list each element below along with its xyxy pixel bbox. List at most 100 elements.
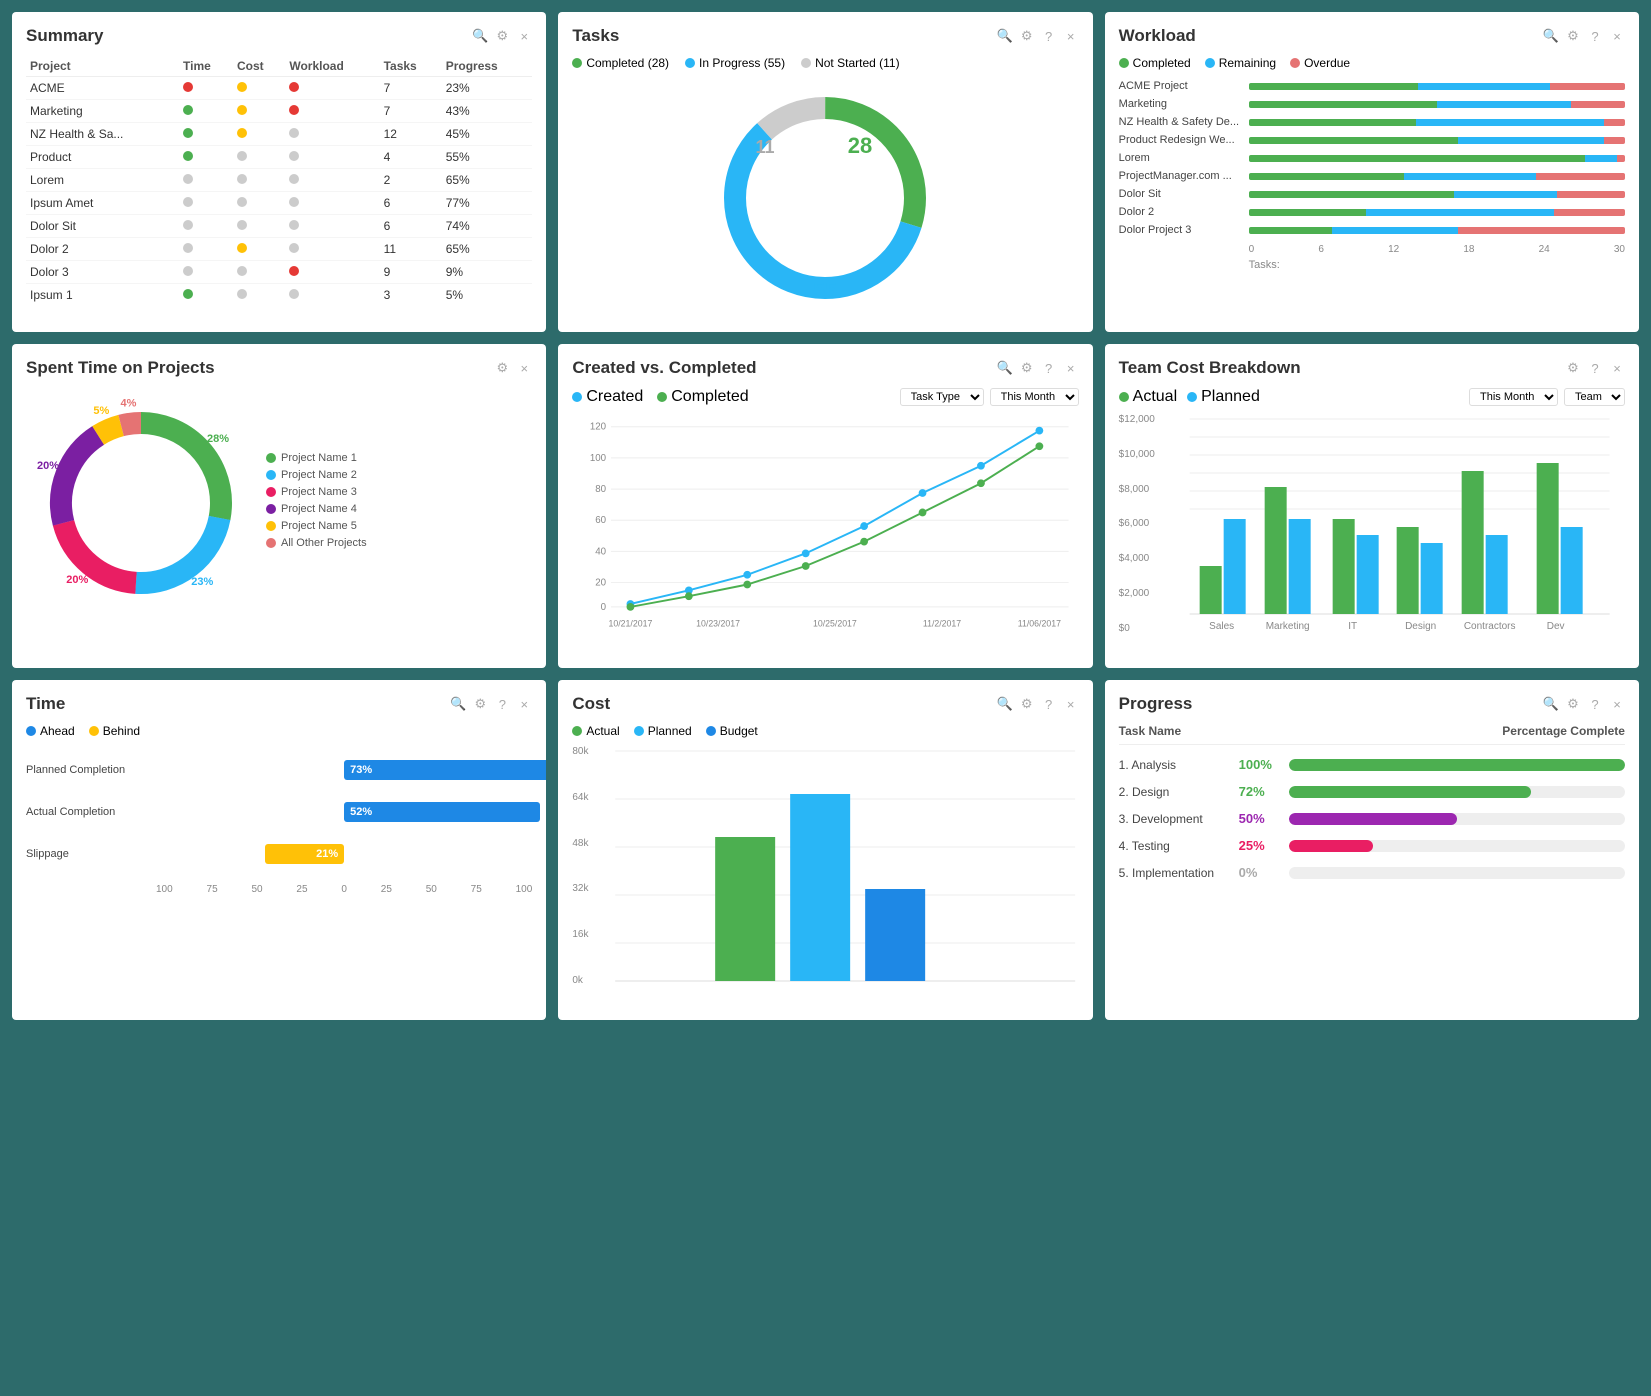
- time-settings-icon[interactable]: ⚙: [472, 696, 488, 712]
- tasks-legend-dot: [685, 58, 695, 68]
- cvc-search-icon[interactable]: 🔍: [997, 360, 1013, 376]
- spent-time-icons: ⚙ ×: [494, 360, 532, 376]
- cost-planned-label: Planned: [648, 724, 692, 738]
- team-cost-svg: Sales Marketing IT Design Contractors: [1174, 414, 1625, 654]
- progress-task-row: 4. Testing 25%: [1119, 838, 1625, 853]
- cost-budget-label: Budget: [720, 724, 758, 738]
- behind-label: Behind: [103, 724, 140, 738]
- svg-text:120: 120: [590, 422, 607, 433]
- team-help-icon[interactable]: ?: [1587, 360, 1603, 376]
- workload-axis: 0612182430: [1119, 244, 1625, 255]
- svg-text:10/23/2017: 10/23/2017: [696, 618, 740, 628]
- workload-project-row: Lorem: [1119, 152, 1625, 164]
- cost-icons: 🔍 ⚙ ? ×: [997, 696, 1079, 712]
- svg-text:40: 40: [596, 546, 607, 557]
- tasks-help-icon[interactable]: ?: [1041, 28, 1057, 44]
- time-chart-area: Planned Completion 73% Actual Completion…: [26, 748, 532, 905]
- svg-text:10/25/2017: 10/25/2017: [813, 618, 857, 628]
- progress-header: Progress 🔍 ⚙ ? ×: [1119, 694, 1625, 714]
- workload-settings-icon[interactable]: ⚙: [1565, 28, 1581, 44]
- spent-legend-item: Project Name 5: [266, 520, 367, 532]
- progress-icons: 🔍 ⚙ ? ×: [1543, 696, 1625, 712]
- spent-time-card: Spent Time on Projects ⚙ × 28%23%20%20%5…: [12, 344, 546, 668]
- cost-title: Cost: [572, 694, 610, 714]
- team-actual-dot: [1119, 392, 1129, 402]
- summary-row: Dolor 3 9 9%: [26, 261, 532, 284]
- workload-project-row: Product Redesign We...: [1119, 134, 1625, 146]
- behind-dot: [89, 726, 99, 736]
- workload-help-icon[interactable]: ?: [1587, 28, 1603, 44]
- workload-close-icon[interactable]: ×: [1609, 28, 1625, 44]
- cost-card: Cost 🔍 ⚙ ? × Actual Planned Budget: [558, 680, 1092, 1020]
- tasks-settings-icon[interactable]: ⚙: [1019, 28, 1035, 44]
- cost-search-icon[interactable]: 🔍: [997, 696, 1013, 712]
- spent-pct-label: 23%: [191, 576, 213, 588]
- team-close-icon[interactable]: ×: [1609, 360, 1625, 376]
- cvc-tasktype-dropdown[interactable]: Task Type: [900, 388, 984, 406]
- team-settings-icon[interactable]: ⚙: [1565, 360, 1581, 376]
- planned-completion-label: Planned Completion: [26, 764, 156, 776]
- time-legend: Ahead Behind: [26, 724, 532, 738]
- cvc-close-icon[interactable]: ×: [1063, 360, 1079, 376]
- time-help-icon[interactable]: ?: [494, 696, 510, 712]
- progress-col1: Task Name: [1119, 724, 1181, 738]
- workload-icons: 🔍 ⚙ ? ×: [1543, 28, 1625, 44]
- cvc-settings-icon[interactable]: ⚙: [1019, 360, 1035, 376]
- cost-settings-icon[interactable]: ⚙: [1019, 696, 1035, 712]
- svg-text:60: 60: [596, 515, 607, 526]
- summary-settings-icon[interactable]: ⚙: [494, 28, 510, 44]
- time-title: Time: [26, 694, 65, 714]
- spent-settings-icon[interactable]: ⚙: [494, 360, 510, 376]
- cost-actual-legend: Actual: [572, 724, 619, 738]
- progress-search-icon[interactable]: 🔍: [1543, 696, 1559, 712]
- tasks-close-icon[interactable]: ×: [1063, 28, 1079, 44]
- progress-task-row: 5. Implementation 0%: [1119, 865, 1625, 880]
- spent-close-icon[interactable]: ×: [516, 360, 532, 376]
- svg-text:Sales: Sales: [1209, 621, 1234, 632]
- col-progress: Progress: [442, 56, 533, 77]
- cost-planned-dot: [634, 726, 644, 736]
- workload-project-row: Marketing: [1119, 98, 1625, 110]
- svg-text:Design: Design: [1405, 621, 1436, 632]
- workload-project-row: Dolor Project 3: [1119, 224, 1625, 236]
- tasks-search-icon[interactable]: 🔍: [997, 28, 1013, 44]
- progress-settings-icon[interactable]: ⚙: [1565, 696, 1581, 712]
- cost-budget-legend: Budget: [706, 724, 758, 738]
- tasks-legend-item: Not Started (11): [801, 56, 899, 70]
- summary-project-name: ACME: [26, 77, 179, 100]
- spent-time-header: Spent Time on Projects ⚙ ×: [26, 358, 532, 378]
- cost-actual-label: Actual: [586, 724, 619, 738]
- summary-search-icon[interactable]: 🔍: [472, 28, 488, 44]
- cost-help-icon[interactable]: ?: [1041, 696, 1057, 712]
- dashboard-grid: Summary 🔍 ⚙ × Project Time Cost Workload…: [12, 12, 1639, 1020]
- workload-legend-item: Remaining: [1205, 56, 1276, 70]
- team-thismonth-dropdown[interactable]: This Month: [1469, 388, 1558, 406]
- summary-header: Summary 🔍 ⚙ ×: [26, 26, 532, 46]
- team-team-dropdown[interactable]: Team: [1564, 388, 1625, 406]
- svg-text:100: 100: [590, 453, 607, 464]
- progress-close-icon[interactable]: ×: [1609, 696, 1625, 712]
- summary-close-icon[interactable]: ×: [516, 28, 532, 44]
- spent-pct-label: 20%: [37, 460, 59, 472]
- tasks-header: Tasks 🔍 ⚙ ? ×: [572, 26, 1078, 46]
- spent-donut-svg: 28%23%20%20%5%4%: [26, 388, 256, 618]
- cvc-thismonth-dropdown[interactable]: This Month: [990, 388, 1079, 406]
- svg-text:Dev: Dev: [1546, 621, 1564, 632]
- cost-close-icon[interactable]: ×: [1063, 696, 1079, 712]
- cost-chart-svg: [612, 746, 1078, 1006]
- spent-legend-item: Project Name 2: [266, 469, 367, 481]
- time-xaxis: 1007550250255075100: [26, 884, 532, 895]
- progress-help-icon[interactable]: ?: [1587, 696, 1603, 712]
- summary-project-name: Dolor 2: [26, 238, 179, 261]
- summary-card: Summary 🔍 ⚙ × Project Time Cost Workload…: [12, 12, 546, 332]
- workload-project-row: ProjectManager.com ...: [1119, 170, 1625, 182]
- spent-pct-label: 20%: [66, 574, 88, 586]
- spent-legend: Project Name 1Project Name 2Project Name…: [266, 452, 367, 554]
- time-search-icon[interactable]: 🔍: [450, 696, 466, 712]
- workload-search-icon[interactable]: 🔍: [1543, 28, 1559, 44]
- progress-col2: Percentage Complete: [1502, 724, 1625, 738]
- cvc-help-icon[interactable]: ?: [1041, 360, 1057, 376]
- cost-actual-dot: [572, 726, 582, 736]
- summary-row: Ipsum 1 3 5%: [26, 284, 532, 307]
- time-close-icon[interactable]: ×: [516, 696, 532, 712]
